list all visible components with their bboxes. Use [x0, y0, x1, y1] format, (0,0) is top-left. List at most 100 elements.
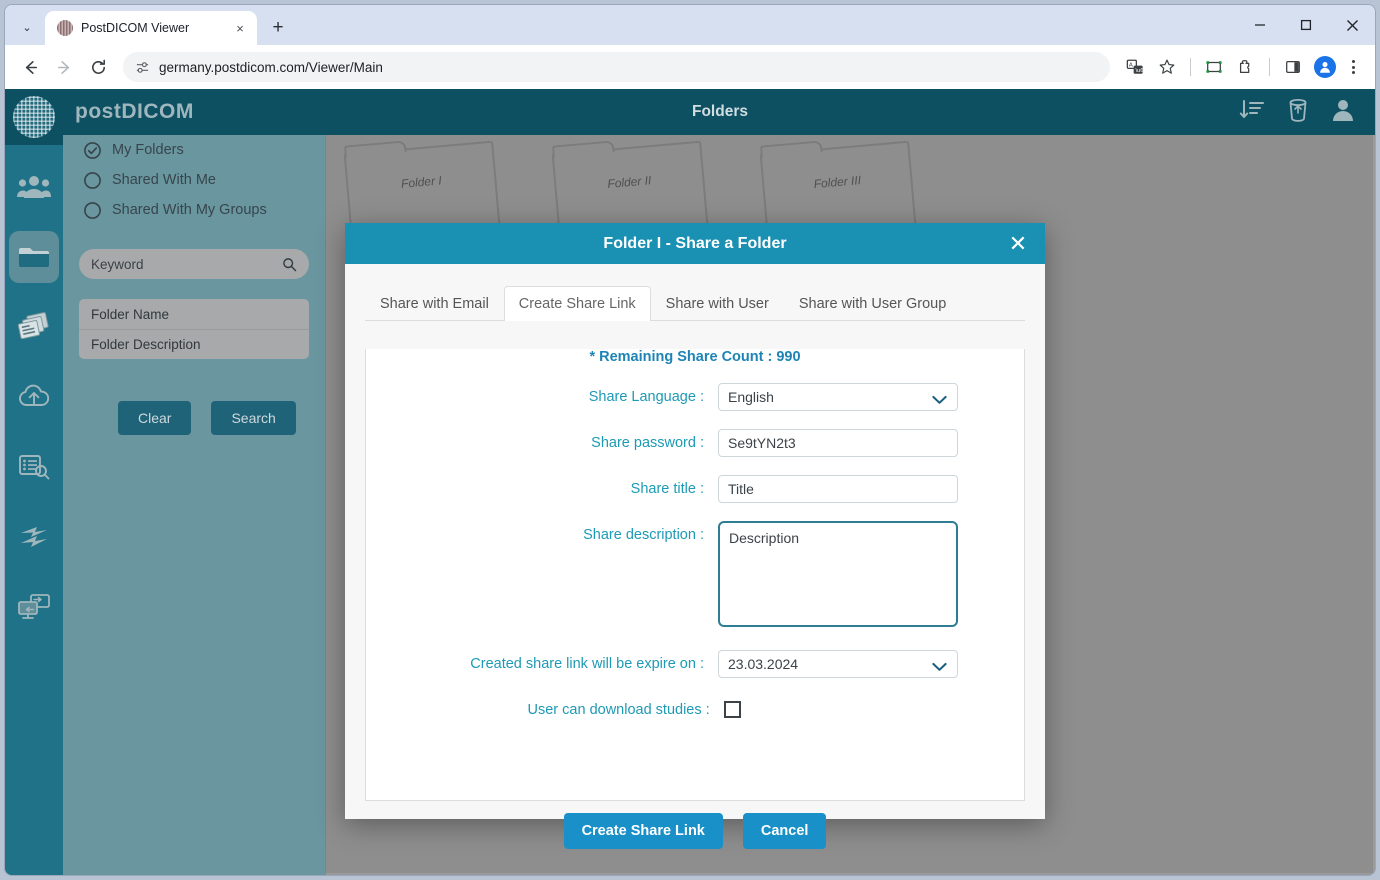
- screen-share-icon: [17, 593, 51, 621]
- user-icon[interactable]: [1331, 98, 1355, 127]
- users-icon: [17, 173, 51, 201]
- dialog-body: * Remaining Share Count : 990 Share Lang…: [365, 349, 1025, 801]
- browser-tab[interactable]: PostDICOM Viewer ×: [45, 11, 257, 45]
- capture-icon[interactable]: [1199, 52, 1229, 82]
- share-title-input[interactable]: [718, 475, 958, 503]
- share-description-textarea[interactable]: [718, 521, 958, 627]
- recycle-bin-icon[interactable]: [1287, 98, 1309, 127]
- tab-title: PostDICOM Viewer: [81, 21, 223, 35]
- tab-share-with-email[interactable]: Share with Email: [365, 286, 504, 321]
- omnibox-actions: A\u6587: [1120, 52, 1365, 82]
- share-folder-dialog: Folder I - Share a Folder ✕ Share with E…: [345, 223, 1045, 819]
- radio-label: My Folders: [112, 142, 184, 158]
- translate-icon[interactable]: A\u6587: [1120, 52, 1150, 82]
- expire-on-label: Created share link will be expire on :: [366, 650, 718, 672]
- svg-text:\u6587: \u6587: [1135, 68, 1144, 74]
- rail-item-upload[interactable]: [5, 369, 63, 425]
- list-search-icon: [17, 453, 51, 481]
- field-share-language: Share Language :: [366, 383, 1024, 411]
- site-settings-icon: [135, 60, 150, 75]
- browser-window: ⌄ PostDICOM Viewer × +: [4, 4, 1376, 876]
- minimize-icon[interactable]: [1237, 5, 1283, 45]
- bookmark-star-icon[interactable]: [1152, 52, 1182, 82]
- share-title-label: Share title :: [366, 475, 718, 497]
- profile-avatar[interactable]: [1310, 52, 1340, 82]
- expire-on-select[interactable]: [718, 650, 958, 678]
- menu-kebab-icon[interactable]: [1342, 60, 1365, 74]
- close-icon[interactable]: [1329, 5, 1375, 45]
- toolbar-divider: [1190, 58, 1191, 76]
- omnibox-toolbar: germany.postdicom.com/Viewer/Main A\u658…: [5, 45, 1375, 89]
- share-language-select[interactable]: [718, 383, 958, 411]
- search-button[interactable]: Search: [211, 401, 295, 435]
- filter-actions: Clear Search: [118, 401, 325, 435]
- field-share-title: Share title :: [366, 475, 1024, 503]
- radio-label: Shared With My Groups: [112, 202, 267, 218]
- cloud-upload-icon: [17, 383, 51, 411]
- postdicom-logo-icon: [5, 89, 63, 145]
- forward-icon[interactable]: [49, 52, 79, 82]
- dialog-title: Folder I - Share a Folder: [603, 235, 786, 253]
- remaining-share-count: * Remaining Share Count : 990: [366, 349, 1024, 365]
- sync-arrows-icon: [17, 523, 51, 551]
- share-language-label: Share Language :: [366, 383, 718, 405]
- field-download-studies: User can download studies :: [366, 696, 1024, 718]
- side-panel-icon[interactable]: [1278, 52, 1308, 82]
- rail-item-users[interactable]: [5, 159, 63, 215]
- tab-search-chevron-icon[interactable]: ⌄: [9, 9, 45, 45]
- cards-icon: [17, 312, 51, 342]
- rail-item-screen-share[interactable]: [5, 579, 63, 635]
- window-controls: [1237, 5, 1375, 45]
- radio-empty-icon: [83, 201, 102, 220]
- rail-item-folders[interactable]: [5, 229, 63, 285]
- clear-button[interactable]: Clear: [118, 401, 191, 435]
- dialog-header: Folder I - Share a Folder ✕: [345, 223, 1045, 264]
- new-tab-button[interactable]: +: [263, 13, 293, 43]
- tab-strip: ⌄ PostDICOM Viewer × +: [5, 5, 1375, 45]
- svg-text:A: A: [1129, 63, 1133, 69]
- url-text: germany.postdicom.com/Viewer/Main: [159, 60, 383, 75]
- tab-share-with-user[interactable]: Share with User: [651, 286, 784, 321]
- close-icon[interactable]: ✕: [1005, 231, 1031, 257]
- header-actions: [1239, 98, 1355, 127]
- folder-filter-fields: Folder Name Folder Description: [79, 299, 309, 359]
- tab-create-share-link[interactable]: Create Share Link: [504, 286, 651, 321]
- radio-shared-with-me[interactable]: Shared With Me: [83, 165, 325, 195]
- field-folder-name[interactable]: Folder Name: [79, 299, 309, 329]
- dialog-footer: Create Share Link Cancel: [345, 801, 1045, 861]
- tab-close-icon[interactable]: ×: [231, 21, 249, 36]
- filter-panel: My Folders Shared With Me Shared With My…: [63, 89, 325, 876]
- rail-item-studies[interactable]: [5, 299, 63, 355]
- field-folder-description[interactable]: Folder Description: [79, 329, 309, 359]
- download-studies-label: User can download studies :: [366, 696, 724, 718]
- field-share-password: Share password :: [366, 429, 1024, 457]
- cancel-button[interactable]: Cancel: [743, 813, 827, 849]
- maximize-icon[interactable]: [1283, 5, 1329, 45]
- page-title: Folders: [63, 103, 1376, 121]
- radio-my-folders[interactable]: My Folders: [83, 135, 325, 165]
- create-share-link-button[interactable]: Create Share Link: [564, 813, 723, 849]
- share-description-label: Share description :: [366, 521, 718, 543]
- toolbar-divider-2: [1269, 58, 1270, 76]
- tab-share-with-user-group[interactable]: Share with User Group: [784, 286, 961, 321]
- postdicom-favicon: [57, 20, 73, 36]
- icon-rail: [5, 89, 63, 876]
- app-header: postDICOM Folders: [63, 89, 1376, 135]
- radio-label: Shared With Me: [112, 172, 216, 188]
- keyword-search-input[interactable]: Keyword: [79, 249, 309, 279]
- extensions-icon[interactable]: [1231, 52, 1261, 82]
- rail-item-sync[interactable]: [5, 509, 63, 565]
- folder-icon: [17, 243, 51, 271]
- address-bar[interactable]: germany.postdicom.com/Viewer/Main: [123, 52, 1110, 82]
- back-icon[interactable]: [15, 52, 45, 82]
- reload-icon[interactable]: [83, 52, 113, 82]
- field-share-description: Share description :: [366, 521, 1024, 632]
- radio-shared-with-my-groups[interactable]: Shared With My Groups: [83, 195, 325, 225]
- rail-item-search-list[interactable]: [5, 439, 63, 495]
- sort-icon[interactable]: [1239, 98, 1265, 127]
- download-studies-checkbox[interactable]: [724, 701, 741, 718]
- keyword-placeholder: Keyword: [91, 257, 282, 272]
- search-icon: [282, 257, 297, 272]
- field-expire-on: Created share link will be expire on :: [366, 650, 1024, 678]
- share-password-input[interactable]: [718, 429, 958, 457]
